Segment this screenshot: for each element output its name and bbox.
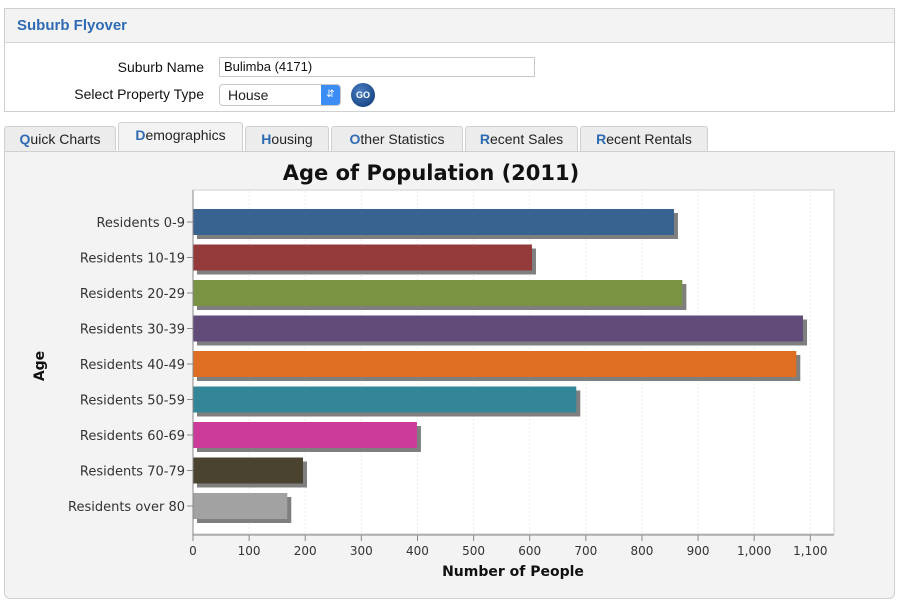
bar [193,422,417,448]
x-tick-label: 0 [189,544,197,558]
bar [193,457,303,484]
bar [193,386,577,413]
x-tick-label: 400 [406,544,429,558]
x-axis-title: Number of People [442,564,584,580]
y-tick-label: Residents 30-39 [80,323,185,338]
age-population-chart: Age of Population (2011) Residents 0-9Re… [32,161,835,580]
x-tick-label: 1,100 [793,544,827,558]
x-tick-label: 900 [687,544,710,558]
y-axis-title: Age [32,351,48,381]
bar [193,493,288,519]
y-tick-label: Residents 0-9 [96,216,185,231]
bar [193,351,797,377]
bar [193,280,683,306]
x-tick-label: 200 [294,544,317,558]
x-tick-label: 700 [574,544,597,558]
x-tick-label: 100 [238,544,261,558]
chart-title: Age of Population (2011) [283,161,579,185]
y-tick-label: Residents 60-69 [80,429,185,444]
y-tick-label: Residents 40-49 [80,358,185,373]
y-tick-label: Residents 70-79 [80,465,185,480]
x-tick-label: 300 [350,544,373,558]
x-ticks: 0 100 200 300 400 500 600 700 800 900 1,000 1,100 [189,535,827,558]
bar [193,315,804,342]
y-tick-label: Residents over 80 [68,500,185,515]
x-tick-label: 500 [462,544,485,558]
y-tick-label: Residents 10-19 [80,252,185,267]
y-tick-label: Residents 20-29 [80,287,185,302]
x-tick-label: 600 [518,544,541,558]
bar [193,209,674,235]
bar [193,244,532,271]
x-tick-label: 800 [631,544,654,558]
y-tick-labels: Residents 0-9 Residents 10-19 Residents 20… [68,216,193,515]
y-tick-label: Residents 50-59 [80,394,185,409]
x-tick-label: 1,000 [737,544,771,558]
